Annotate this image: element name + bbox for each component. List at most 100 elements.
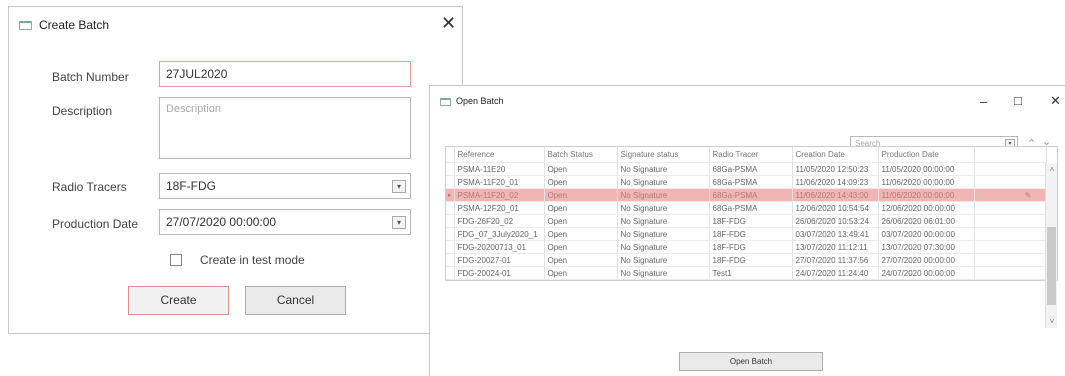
create-button[interactable]: Create	[128, 286, 229, 315]
cell-batch-status[interactable]: Open	[544, 266, 618, 280]
cell-reference[interactable]: PSMA-11E20	[454, 162, 545, 176]
column-header-production-date[interactable]: Production Date	[878, 147, 975, 163]
cell-production-date[interactable]: 11/06/2020 00:00:00	[878, 188, 975, 202]
batch-number-input[interactable]: 27JUL2020	[159, 61, 411, 87]
table-row[interactable]: PSMA-11E20 Open No Signature 68Ga-PSMA 11/05…	[446, 162, 1047, 176]
cell-batch-status[interactable]: Open	[544, 227, 618, 241]
vertical-scrollbar[interactable]: ˄ ˅	[1045, 163, 1057, 328]
cell-radio-tracer[interactable]: 68Ga-PSMA	[709, 201, 793, 215]
cell-production-date[interactable]: 26/06/2020 06:01:00	[878, 214, 975, 228]
table-row[interactable]: ▸ PSMA-11F20_02 Open No Signature 68Ga-PSMA 1…	[446, 188, 1047, 202]
cell-reference[interactable]: PSMA-11F20_02	[454, 188, 545, 202]
cell-production-date[interactable]: 11/06/2020 00:00:00	[878, 175, 975, 189]
column-header-batch-status[interactable]: Batch Status	[544, 147, 618, 163]
cell-reference[interactable]: FDG-20024-01	[454, 266, 545, 280]
cell-signature-status[interactable]: No Signature	[617, 266, 710, 280]
cell-signature-status[interactable]: No Signature	[617, 201, 710, 215]
batch-grid: Reference Batch Status Signature status …	[445, 146, 1058, 328]
cancel-button[interactable]: Cancel	[245, 286, 346, 315]
edit-icon: ✎	[974, 188, 1047, 202]
cell-radio-tracer[interactable]: 18F-FDG	[709, 227, 793, 241]
cell-batch-status[interactable]: Open	[544, 175, 618, 189]
cell-signature-status[interactable]: No Signature	[617, 175, 710, 189]
create-batch-title: Create Batch	[39, 18, 110, 32]
cell-radio-tracer[interactable]: 18F-FDG	[709, 214, 793, 228]
cell-creation-date[interactable]: 26/06/2020 10:53:24	[792, 214, 879, 228]
row-indicator[interactable]	[446, 162, 455, 176]
cell-batch-status[interactable]: Open	[544, 253, 618, 267]
cell-radio-tracer[interactable]: 68Ga-PSMA	[709, 188, 793, 202]
table-row[interactable]: FDG-20200713_01 Open No Signature 18F-FDG 13…	[446, 240, 1047, 254]
cell-reference[interactable]: FDG-20200713_01	[454, 240, 545, 254]
cell-batch-status[interactable]: Open	[544, 201, 618, 215]
row-indicator[interactable]	[446, 201, 455, 215]
production-date-picker[interactable]: 27/07/2020 00:00:00 ▾	[159, 209, 411, 235]
cell-radio-tracer[interactable]: 18F-FDG	[709, 253, 793, 267]
chevron-down-icon[interactable]: ▾	[392, 216, 406, 229]
cell-creation-date[interactable]: 13/07/2020 11:12:11	[792, 240, 879, 254]
cell-creation-date[interactable]: 11/05/2020 12:50:23	[792, 162, 879, 176]
cell-reference[interactable]: PSMA-11F20_01	[454, 175, 545, 189]
cell-creation-date[interactable]: 03/07/2020 13:49:41	[792, 227, 879, 241]
chevron-down-icon[interactable]: ▾	[392, 180, 406, 193]
close-icon[interactable]: ✕	[1050, 92, 1061, 110]
open-batch-button[interactable]: Open Batch	[679, 352, 823, 371]
table-row[interactable]: PSMA-11F20_01 Open No Signature 68Ga-PSMA 11…	[446, 175, 1047, 189]
radio-tracers-select[interactable]: 18F-FDG ▾	[159, 173, 411, 199]
cell-signature-status[interactable]: No Signature	[617, 188, 710, 202]
scrollbar-thumb[interactable]	[1047, 227, 1056, 305]
cell-production-date[interactable]: 13/07/2020 07:30:00	[878, 240, 975, 254]
maximize-icon[interactable]: □	[1014, 92, 1022, 110]
cell-signature-status[interactable]: No Signature	[617, 253, 710, 267]
table-row[interactable]: FDG-26F20_02 Open No Signature 18F-FDG 26/06…	[446, 214, 1047, 228]
row-indicator[interactable]	[446, 175, 455, 189]
test-mode-checkbox[interactable]	[170, 254, 182, 266]
cell-production-date[interactable]: 12/06/2020 00:00:00	[878, 201, 975, 215]
table-row[interactable]: PSMA-12F20_01 Open No Signature 68Ga-PSMA 12…	[446, 201, 1047, 215]
scroll-up-icon[interactable]: ˄	[1046, 165, 1058, 174]
cell-signature-status[interactable]: No Signature	[617, 214, 710, 228]
cell-reference[interactable]: FDG-26F20_02	[454, 214, 545, 228]
cell-creation-date[interactable]: 24/07/2020 11:24:40	[792, 266, 879, 280]
cell-creation-date[interactable]: 27/07/2020 11:37:56	[792, 253, 879, 267]
cell-signature-status[interactable]: No Signature	[617, 227, 710, 241]
cell-production-date[interactable]: 03/07/2020 00:00:00	[878, 227, 975, 241]
cell-creation-date[interactable]: 12/06/2020 10:54:54	[792, 201, 879, 215]
cell-production-date[interactable]: 11/05/2020 00:00:00	[878, 162, 975, 176]
cell-reference[interactable]: FDG-20027-01	[454, 253, 545, 267]
row-indicator[interactable]: ▸	[446, 188, 455, 202]
cell-reference[interactable]: PSMA-12F20_01	[454, 201, 545, 215]
column-header-signature-status[interactable]: Signature status	[617, 147, 710, 163]
column-header-reference[interactable]: Reference	[454, 147, 545, 163]
cell-radio-tracer[interactable]: 68Ga-PSMA	[709, 175, 793, 189]
column-header-radio-tracer[interactable]: Radio Tracer	[709, 147, 793, 163]
cell-radio-tracer[interactable]: Test1	[709, 266, 793, 280]
cell-signature-status[interactable]: No Signature	[617, 162, 710, 176]
cell-creation-date[interactable]: 11/06/2020 14:43:00	[792, 188, 879, 202]
cell-batch-status[interactable]: Open	[544, 188, 618, 202]
cell-radio-tracer[interactable]: 18F-FDG	[709, 240, 793, 254]
description-textarea[interactable]: Description	[159, 97, 411, 159]
cell-batch-status[interactable]: Open	[544, 240, 618, 254]
cell-filler	[974, 201, 1047, 215]
cell-batch-status[interactable]: Open	[544, 214, 618, 228]
cell-production-date[interactable]: 24/07/2020 00:00:00	[878, 266, 975, 280]
cell-production-date[interactable]: 27/07/2020 00:00:00	[878, 253, 975, 267]
table-row[interactable]: FDG-20027-01 Open No Signature 18F-FDG 27/07…	[446, 253, 1047, 267]
row-indicator[interactable]	[446, 227, 455, 241]
minimize-icon[interactable]: –	[980, 93, 987, 111]
column-header-creation-date[interactable]: Creation Date	[792, 147, 879, 163]
scroll-down-icon[interactable]: ˅	[1046, 317, 1058, 326]
cell-radio-tracer[interactable]: 68Ga-PSMA	[709, 162, 793, 176]
close-icon[interactable]: ✕	[441, 14, 456, 32]
cell-batch-status[interactable]: Open	[544, 162, 618, 176]
table-row[interactable]: FDG-20024-01 Open No Signature Test1 24/07/2…	[446, 266, 1047, 280]
table-row[interactable]: FDG_07_3July2020_1 Open No Signature 18F-FD…	[446, 227, 1047, 241]
row-indicator[interactable]	[446, 214, 455, 228]
row-indicator[interactable]	[446, 253, 455, 267]
cell-signature-status[interactable]: No Signature	[617, 240, 710, 254]
row-indicator[interactable]	[446, 266, 455, 280]
cell-reference[interactable]: FDG_07_3July2020_1	[454, 227, 545, 241]
cell-creation-date[interactable]: 11/06/2020 14:09:23	[792, 175, 879, 189]
row-indicator[interactable]	[446, 240, 455, 254]
